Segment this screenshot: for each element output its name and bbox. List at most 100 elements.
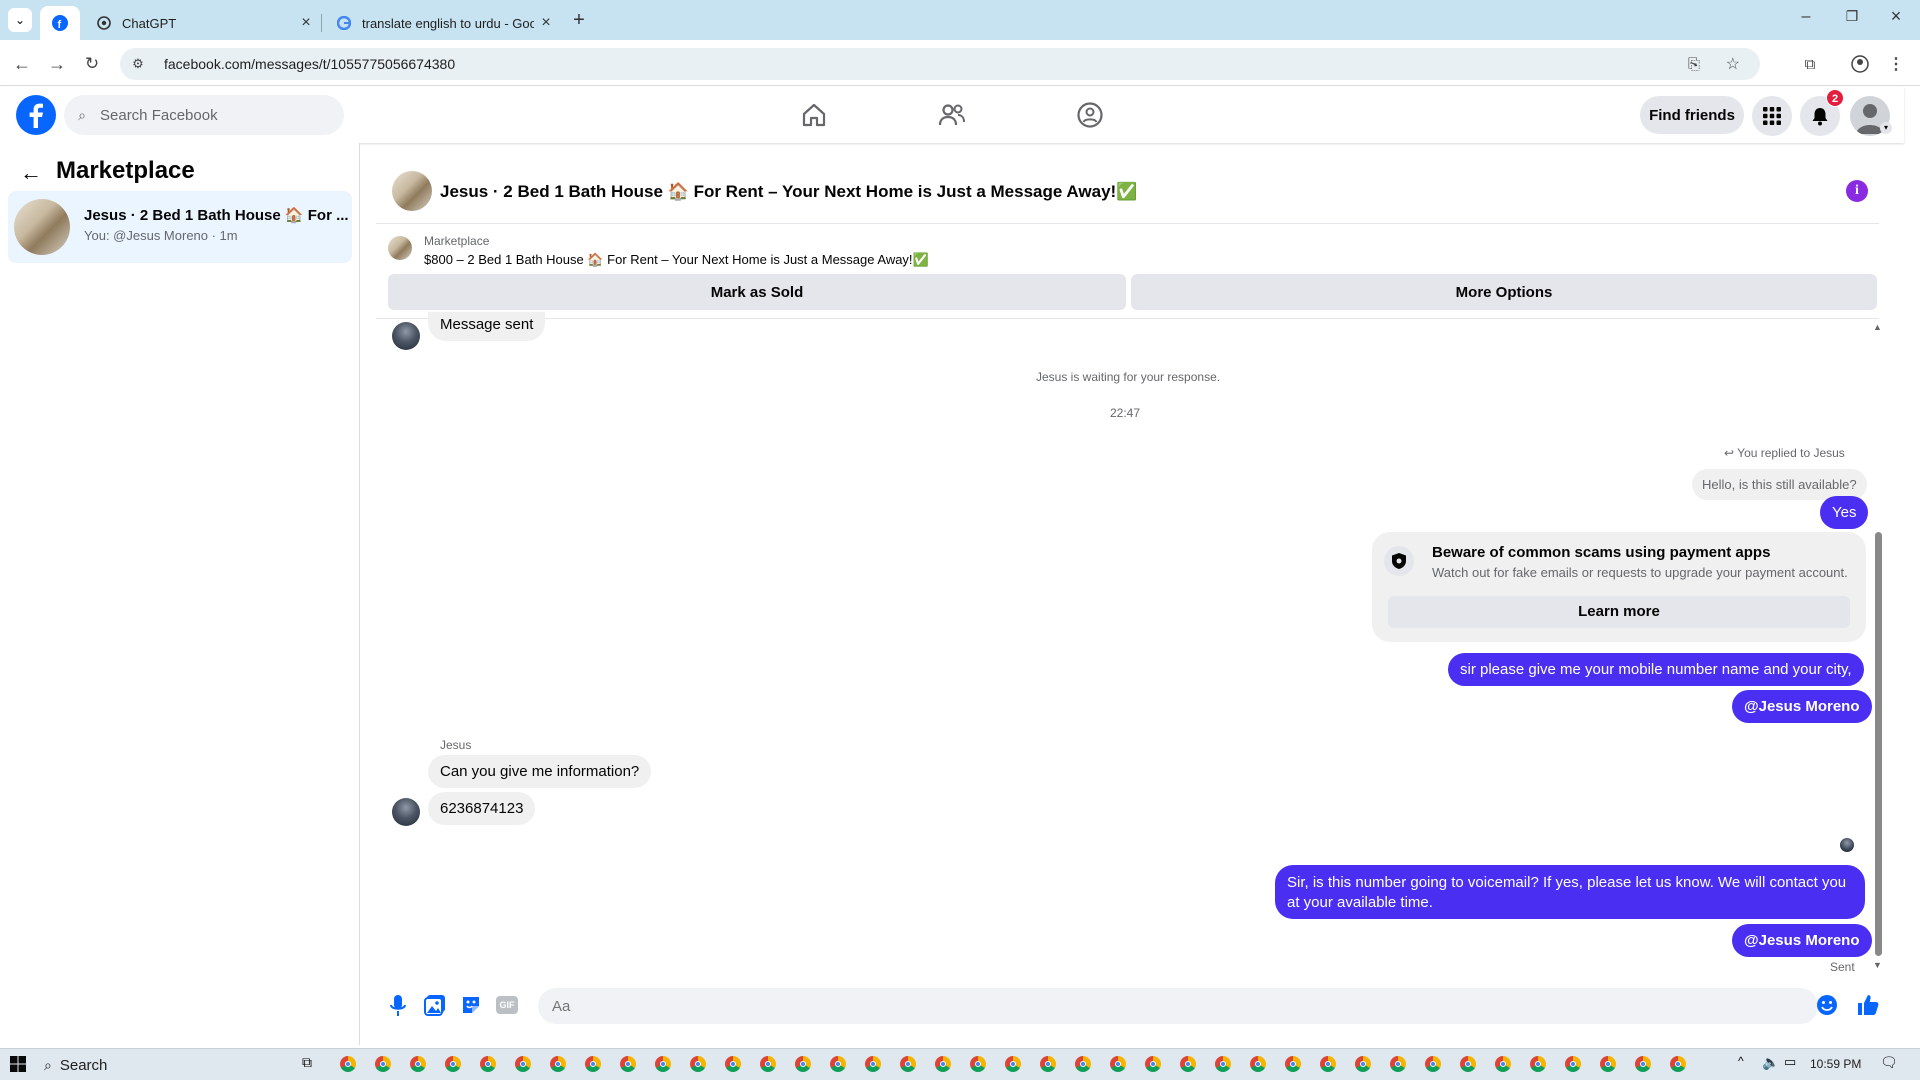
chrome-icon (415, 1061, 421, 1067)
bookmark-star-icon[interactable]: ☆ (1726, 54, 1740, 74)
taskbar-app-icon[interactable] (1075, 1056, 1091, 1072)
tab-facebook[interactable]: f (40, 6, 80, 40)
menu-dots-icon[interactable]: ⋮ (1884, 52, 1908, 76)
taskbar-app-icon[interactable] (410, 1056, 426, 1072)
taskbar-app-icon[interactable] (1600, 1056, 1616, 1072)
taskbar-app-icon[interactable] (585, 1056, 601, 1072)
back-button[interactable]: ← (10, 52, 34, 76)
info-button[interactable]: i (1846, 180, 1868, 202)
windows-start-icon[interactable] (10, 1056, 26, 1072)
taskbar-app-icon[interactable] (1390, 1056, 1406, 1072)
taskbar-app-icon[interactable] (1180, 1056, 1196, 1072)
profile-icon[interactable] (1848, 52, 1872, 76)
emoji-icon[interactable] (1816, 994, 1838, 1016)
photo-icon[interactable] (424, 994, 446, 1016)
taskbar-app-icon[interactable] (1040, 1056, 1056, 1072)
tab-google[interactable]: translate english to urdu - Goo × (322, 6, 558, 40)
taskbar-app-icon[interactable] (795, 1056, 811, 1072)
message-bubble: Message sent (428, 312, 546, 341)
taskbar-app-icon[interactable] (760, 1056, 776, 1072)
taskbar-app-icon[interactable] (1215, 1056, 1231, 1072)
taskbar-app-icon[interactable] (340, 1056, 356, 1072)
learn-more-button[interactable]: Learn more (1388, 596, 1850, 628)
menu-grid-button[interactable] (1752, 96, 1792, 136)
close-icon[interactable]: × (534, 14, 558, 32)
taskbar-app-icon[interactable] (620, 1056, 636, 1072)
new-tab-button[interactable]: + (566, 8, 592, 34)
taskbar-app-icon[interactable] (865, 1056, 881, 1072)
taskbar-app-icon[interactable] (550, 1056, 566, 1072)
taskbar-app-icon[interactable] (1565, 1056, 1581, 1072)
sticker-icon[interactable] (460, 994, 482, 1016)
groups-nav-icon[interactable] (1074, 99, 1106, 131)
close-window-button[interactable]: × (1886, 6, 1906, 26)
taskbar-app-icon[interactable] (1250, 1056, 1266, 1072)
chrome-icon (835, 1061, 841, 1067)
install-icon[interactable]: ⎘ (1688, 56, 1700, 73)
notification-center-icon[interactable]: 🗨 (1880, 1054, 1898, 1071)
task-view-icon[interactable]: ⧉ (302, 1054, 312, 1071)
minimize-button[interactable]: – (1796, 8, 1816, 28)
message-input[interactable] (538, 988, 1818, 1024)
taskbar-app-icon[interactable] (1320, 1056, 1336, 1072)
taskbar-app-icon[interactable] (1460, 1056, 1476, 1072)
taskbar-app-icon[interactable] (970, 1056, 986, 1072)
chat-scrollbar-thumb[interactable] (1875, 532, 1882, 956)
chrome-icon (1360, 1061, 1366, 1067)
taskbar-app-icon[interactable] (445, 1056, 461, 1072)
listing-title[interactable]: $800 – 2 Bed 1 Bath House 🏠 For Rent – Y… (424, 252, 929, 268)
taskbar-app-icon[interactable] (725, 1056, 741, 1072)
taskbar-app-icon[interactable] (830, 1056, 846, 1072)
taskbar-app-icon[interactable] (1355, 1056, 1371, 1072)
more-options-button[interactable]: More Options (1131, 274, 1877, 310)
taskbar-search[interactable]: ⌕ Search (44, 1053, 254, 1077)
tab-search-button[interactable]: ⌄ (8, 8, 32, 32)
taskbar-app-icon[interactable] (1145, 1056, 1161, 1072)
facebook-logo[interactable] (16, 95, 56, 135)
grid-icon (1763, 107, 1781, 125)
extensions-icon[interactable]: ⧉ (1798, 52, 1822, 76)
mark-as-sold-button[interactable]: Mark as Sold (388, 274, 1126, 310)
taskbar-app-icon[interactable] (1425, 1056, 1441, 1072)
chevron-down-icon: ⌄ (14, 13, 26, 27)
network-icon[interactable]: ▭ (1784, 1054, 1796, 1070)
forward-button[interactable]: → (45, 52, 69, 76)
taskbar-app-icon[interactable] (1495, 1056, 1511, 1072)
taskbar-app-icon[interactable] (1530, 1056, 1546, 1072)
like-thumbs-up-icon[interactable] (1855, 992, 1881, 1018)
address-bar[interactable]: ⚙ facebook.com/messages/t/10557750566743… (120, 48, 1760, 80)
taskbar-app-icon[interactable] (1110, 1056, 1126, 1072)
home-nav-icon[interactable] (798, 99, 830, 131)
taskbar-app-icon[interactable] (515, 1056, 531, 1072)
taskbar-app-icon[interactable] (690, 1056, 706, 1072)
find-friends-button[interactable]: Find friends (1640, 96, 1744, 134)
restore-button[interactable]: ❐ (1842, 8, 1862, 28)
taskbar-app-icon[interactable] (1005, 1056, 1021, 1072)
taskbar-clock[interactable]: 10:59 PM (1810, 1057, 1861, 1071)
tab-chatgpt[interactable]: ChatGPT × (82, 6, 318, 40)
taskbar-app-icon[interactable] (1670, 1056, 1686, 1072)
conversation-item[interactable]: Jesus · 2 Bed 1 Bath House 🏠 For ... You… (8, 191, 352, 263)
taskbar-app-icon[interactable] (375, 1056, 391, 1072)
microphone-icon[interactable] (388, 994, 408, 1018)
tray-chevron-icon[interactable]: ^ (1738, 1054, 1744, 1068)
volume-icon[interactable]: 🔈 (1762, 1054, 1779, 1071)
chat-header-title[interactable]: Jesus · 2 Bed 1 Bath House 🏠 For Rent – … (440, 182, 1137, 202)
friends-nav-icon[interactable] (936, 99, 968, 131)
taskbar-app-icon[interactable] (655, 1056, 671, 1072)
taskbar-app-icon[interactable] (1635, 1056, 1651, 1072)
reload-button[interactable]: ↻ (80, 52, 104, 76)
chat-header-avatar[interactable] (392, 171, 432, 211)
search-placeholder: Search Facebook (100, 106, 218, 124)
taskbar-app-icon[interactable] (480, 1056, 496, 1072)
back-arrow-icon[interactable]: ← (20, 160, 42, 186)
taskbar-app-icon[interactable] (935, 1056, 951, 1072)
scroll-down-arrow[interactable]: ▼ (1873, 960, 1882, 970)
gif-icon[interactable]: GIF (496, 996, 518, 1014)
facebook-search-input[interactable]: ⌕ Search Facebook (64, 95, 344, 135)
scroll-up-arrow[interactable]: ▲ (1873, 322, 1882, 332)
taskbar-app-icon[interactable] (1285, 1056, 1301, 1072)
close-icon[interactable]: × (294, 14, 318, 32)
taskbar-app-icon[interactable] (900, 1056, 916, 1072)
site-info-icon[interactable]: ⚙ (120, 56, 156, 72)
